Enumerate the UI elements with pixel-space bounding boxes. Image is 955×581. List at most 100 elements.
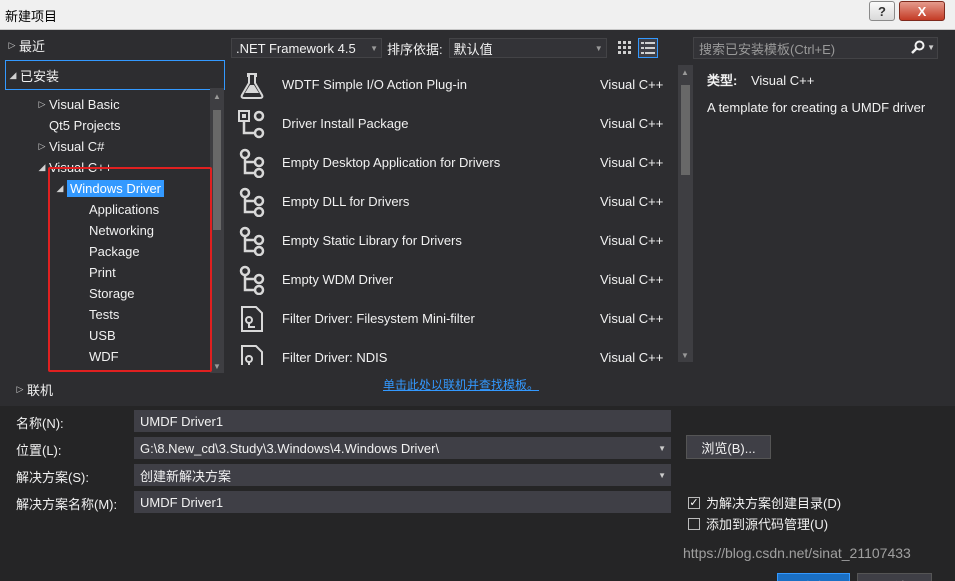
solution-value: 创建新解决方案 xyxy=(140,468,232,484)
chevron-down-icon[interactable]: ▼ xyxy=(658,471,666,480)
template-row[interactable]: Empty WDM Driver Visual C++ xyxy=(230,260,680,299)
template-list-scrollbar[interactable]: ▲ ▼ xyxy=(678,65,693,362)
sort-value: 默认值 xyxy=(453,41,493,57)
type-value: Visual C++ xyxy=(750,73,815,88)
recent-node[interactable]: ▷ 最近 xyxy=(5,33,225,57)
checkbox-unchecked-icon xyxy=(688,517,700,530)
expand-arrow-icon: ▷ xyxy=(16,384,24,394)
scroll-up-icon[interactable]: ▲ xyxy=(681,68,689,77)
expand-arrow-icon: ▷ xyxy=(38,98,46,109)
cancel-button[interactable]: 取消 xyxy=(857,573,932,581)
scroll-up-icon[interactable]: ▲ xyxy=(213,92,221,101)
driver-project-icon xyxy=(236,147,268,179)
template-name: Empty Desktop Application for Drivers xyxy=(282,155,501,170)
template-details: 类型: Visual C++ A template for creating a… xyxy=(707,70,947,115)
collapse-arrow-icon: ◢ xyxy=(9,69,17,80)
type-label: 类型: xyxy=(707,73,738,88)
ok-button[interactable]: 确定 xyxy=(777,573,850,581)
chevron-down-icon: ▼ xyxy=(594,44,603,53)
template-name: Driver Install Package xyxy=(282,116,409,131)
template-row[interactable]: Filter Driver: NDIS Visual C++ xyxy=(230,338,680,365)
add-source-control-checkbox[interactable]: 添加到源代码管理(U) xyxy=(688,514,828,533)
template-row[interactable]: WDTF Simple I/O Action Plug-in Visual C+… xyxy=(230,65,680,104)
template-language: Visual C++ xyxy=(600,155,664,170)
add-source-control-label: 添加到源代码管理(U) xyxy=(706,517,829,532)
template-language: Visual C++ xyxy=(600,350,664,365)
tree-item-visual-basic[interactable]: ▷ Visual Basic xyxy=(35,94,120,114)
chevron-down-icon[interactable]: ▼ xyxy=(927,43,935,52)
template-row[interactable]: Empty Desktop Application for Drivers Vi… xyxy=(230,143,680,182)
collapse-arrow-icon: ◢ xyxy=(38,161,46,172)
template-row[interactable]: Driver Install Package Visual C++ xyxy=(230,104,680,143)
framework-value: .NET Framework 4.5 xyxy=(236,40,356,56)
chevron-down-icon[interactable]: ▼ xyxy=(658,444,666,453)
expand-arrow-icon: ▷ xyxy=(8,39,16,50)
template-language: Visual C++ xyxy=(600,77,664,92)
tree-item-visual-csharp[interactable]: ▷ Visual C# xyxy=(35,136,105,156)
solution-name-value: UMDF Driver1 xyxy=(140,494,224,510)
create-directory-label: 为解决方案创建目录(D) xyxy=(706,496,842,511)
template-language: Visual C++ xyxy=(600,194,664,209)
template-name: Filter Driver: Filesystem Mini-filter xyxy=(282,311,475,326)
template-row[interactable]: Filter Driver: Filesystem Mini-filter Vi… xyxy=(230,299,680,338)
template-name: WDTF Simple I/O Action Plug-in xyxy=(282,77,467,92)
sort-dropdown[interactable]: 默认值 ▼ xyxy=(448,38,607,58)
template-language: Visual C++ xyxy=(600,272,664,287)
help-button[interactable]: ? xyxy=(869,1,895,21)
online-templates-link[interactable]: 单击此处以联机并查找模板。 xyxy=(383,376,539,393)
template-name: Empty Static Library for Drivers xyxy=(282,233,462,248)
browse-button[interactable]: 浏览(B)... xyxy=(686,435,771,459)
flask-icon xyxy=(236,69,268,101)
scroll-down-icon[interactable]: ▼ xyxy=(213,362,221,371)
dialog-body: ▷ 最近 ◢ 已安装 ▷ Visual Basic Qt5 Projects ▷… xyxy=(0,30,955,581)
watermark-text: https://blog.csdn.net/sinat_21107433 xyxy=(683,545,911,561)
chevron-down-icon: ▼ xyxy=(370,44,378,53)
online-label: 联机 xyxy=(27,383,54,398)
search-input[interactable]: 搜索已安装模板(Ctrl+E) ▼ xyxy=(693,37,938,59)
installed-node[interactable]: ◢ 已安装 xyxy=(5,60,225,90)
framework-dropdown[interactable]: .NET Framework 4.5 ▼ xyxy=(231,38,382,58)
template-name: Empty WDM Driver xyxy=(282,272,394,287)
template-name: Empty DLL for Drivers xyxy=(282,194,410,209)
solution-dropdown[interactable]: 创建新解决方案 ▼ xyxy=(134,464,671,486)
filter-driver-icon xyxy=(236,303,268,335)
template-row[interactable]: Empty Static Library for Drivers Visual … xyxy=(230,221,680,260)
search-icon[interactable] xyxy=(911,40,925,57)
create-directory-checkbox[interactable]: ✓ 为解决方案创建目录(D) xyxy=(688,493,841,512)
solution-name-label: 解决方案名称(M): xyxy=(16,497,118,512)
list-view-icon[interactable] xyxy=(637,38,658,58)
close-button[interactable]: X xyxy=(899,1,945,21)
sort-label: 排序依据: xyxy=(387,41,443,57)
template-toolbar: .NET Framework 4.5 ▼ 排序依据: 默认值 ▼ xyxy=(231,37,658,59)
search-placeholder: 搜索已安装模板(Ctrl+E) xyxy=(699,41,836,57)
online-node[interactable]: ▷ 联机 xyxy=(13,380,53,399)
driver-project-icon xyxy=(236,186,268,218)
template-language: Visual C++ xyxy=(600,233,664,248)
expand-arrow-icon: ▷ xyxy=(38,140,46,151)
solution-name-field[interactable]: UMDF Driver1 xyxy=(134,491,671,513)
installed-label: 已安装 xyxy=(20,68,60,84)
highlight-annotation-box xyxy=(48,167,212,372)
tree-scrollbar[interactable]: ▲ ▼ xyxy=(210,88,224,373)
template-language: Visual C++ xyxy=(600,311,664,326)
driver-project-icon xyxy=(236,264,268,296)
scrollbar-thumb[interactable] xyxy=(213,110,221,230)
project-name-value: UMDF Driver1 xyxy=(140,413,224,429)
tree-item-qt5-projects[interactable]: Qt5 Projects xyxy=(35,115,121,135)
template-language: Visual C++ xyxy=(600,116,664,131)
grid-view-icon[interactable] xyxy=(615,38,635,58)
filter-driver-icon xyxy=(236,342,268,365)
template-row[interactable]: Empty DLL for Drivers Visual C++ xyxy=(230,182,680,221)
checkbox-checked-icon: ✓ xyxy=(688,496,700,509)
scroll-down-icon[interactable]: ▼ xyxy=(681,351,689,360)
scrollbar-thumb[interactable] xyxy=(681,85,690,175)
template-description: A template for creating a UMDF driver xyxy=(707,100,926,115)
solution-label: 解决方案(S): xyxy=(16,470,89,485)
project-name-field[interactable]: UMDF Driver1 xyxy=(134,410,671,432)
tree-item-label: Visual C# xyxy=(49,138,105,154)
location-value: G:\8.New_cd\3.Study\3.Windows\4.Windows … xyxy=(140,440,440,456)
location-field[interactable]: G:\8.New_cd\3.Study\3.Windows\4.Windows … xyxy=(134,437,671,459)
title-bar: 新建项目 ? X xyxy=(0,0,955,30)
window-title: 新建项目 xyxy=(5,9,58,24)
tree-item-label: Qt5 Projects xyxy=(49,117,121,133)
